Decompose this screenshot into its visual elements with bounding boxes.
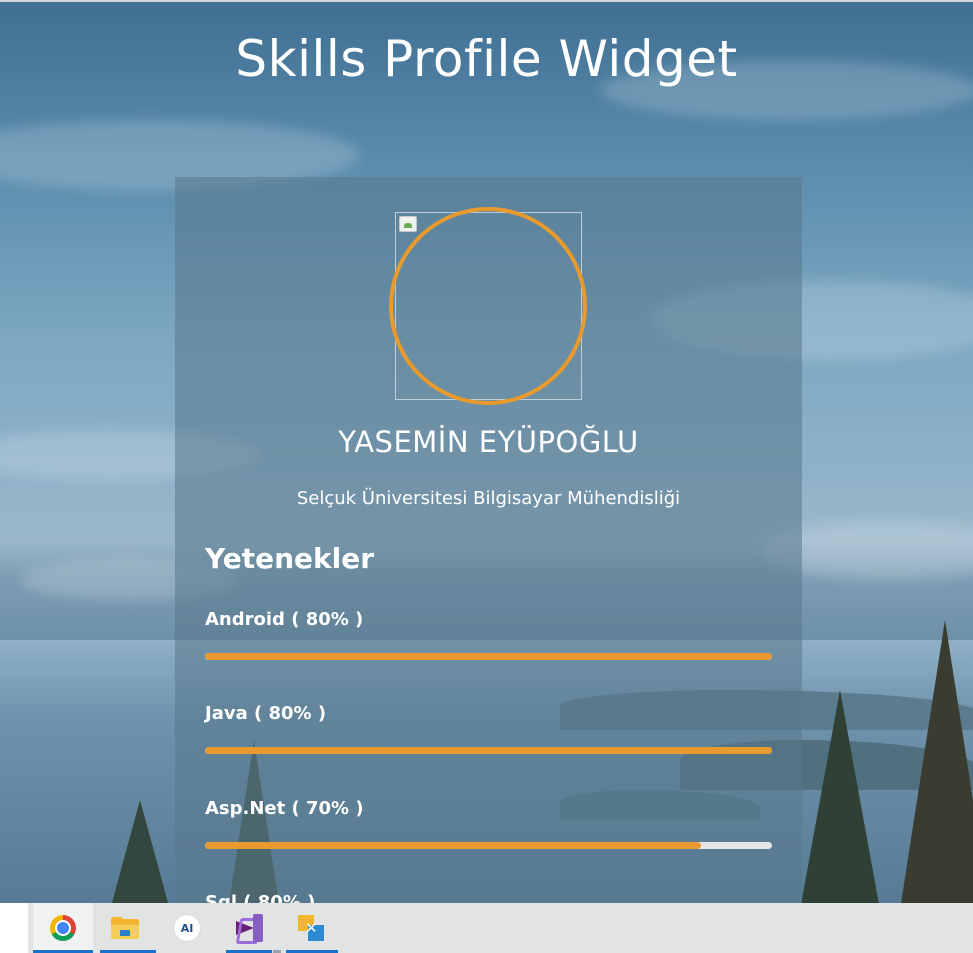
skill-label: Asp.Net ( 70% ) bbox=[205, 798, 364, 819]
skill-aspnet: Asp.Net ( 70% ) bbox=[205, 796, 772, 849]
avatar-ring bbox=[389, 207, 587, 405]
progress-track bbox=[205, 747, 772, 754]
skill-label: Android ( 80% ) bbox=[205, 609, 364, 630]
taskbar-file-explorer-button[interactable] bbox=[95, 903, 156, 953]
taskbar: AI ✕ bbox=[0, 903, 973, 953]
taskbar-search-area[interactable] bbox=[0, 903, 28, 953]
progress-fill bbox=[205, 842, 702, 849]
progress-track bbox=[205, 653, 772, 660]
progress-fill bbox=[205, 653, 772, 660]
skill-android: Android ( 80% ) bbox=[205, 607, 772, 660]
profile-school: Selçuk Üniversitesi Bilgisayar Mühendisl… bbox=[296, 488, 681, 509]
broken-image-icon bbox=[399, 216, 417, 232]
visual-studio-icon bbox=[235, 914, 263, 944]
build-tool-icon: ✕ bbox=[298, 915, 324, 941]
page-title: Skills Profile Widget bbox=[235, 30, 738, 88]
profile-card: YASEMİN EYÜPOĞLU Selçuk Üniversitesi Bil… bbox=[175, 177, 802, 943]
chrome-icon bbox=[50, 915, 76, 941]
browser-edge bbox=[0, 0, 973, 2]
taskbar-build-tool-button[interactable]: ✕ bbox=[281, 903, 341, 953]
progress-track bbox=[205, 842, 772, 849]
taskbar-visual-studio-button[interactable] bbox=[219, 903, 281, 953]
progress-fill bbox=[205, 747, 772, 754]
profile-name: YASEMİN EYÜPOĞLU bbox=[338, 425, 639, 459]
skill-label: Java ( 80% ) bbox=[205, 703, 327, 724]
skills-heading: Yetenekler bbox=[205, 542, 375, 575]
taskbar-android-studio-button[interactable]: AI bbox=[157, 903, 217, 953]
android-studio-icon: AI bbox=[173, 914, 201, 942]
skill-java: Java ( 80% ) bbox=[205, 701, 772, 754]
file-explorer-icon bbox=[111, 917, 139, 939]
taskbar-chrome-button[interactable] bbox=[33, 903, 93, 953]
